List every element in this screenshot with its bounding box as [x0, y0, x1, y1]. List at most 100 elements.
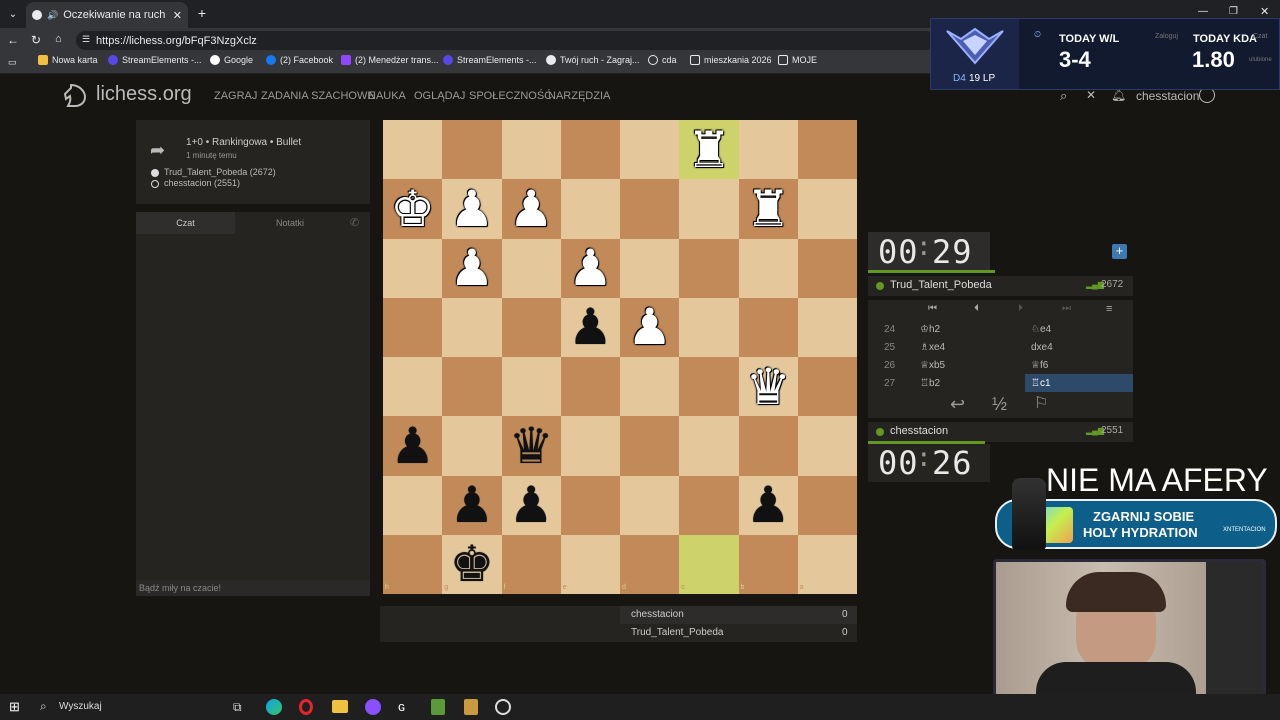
square-h8[interactable]: [383, 534, 443, 594]
last-move-icon[interactable]: ⏭: [1062, 303, 1071, 314]
square-a6[interactable]: [797, 416, 857, 476]
square-g5[interactable]: [442, 357, 502, 417]
white-piece-b5[interactable]: ♛: [739, 357, 798, 416]
menu-icon[interactable]: ≡: [1106, 303, 1112, 315]
tab-chat[interactable]: Czat: [136, 212, 235, 234]
square-a2[interactable]: [797, 179, 857, 239]
square-c2[interactable]: [679, 179, 739, 239]
square-b6[interactable]: [738, 416, 798, 476]
user-menu-name[interactable]: chesstacion: [1136, 89, 1199, 103]
restore-icon[interactable]: ❐: [1229, 6, 1238, 17]
takeback-icon[interactable]: ↩: [950, 394, 965, 415]
white-piece-f2[interactable]: ♟: [502, 179, 561, 238]
back-icon[interactable]: ←: [7, 33, 19, 47]
nav-zadania[interactable]: ZADANIA SZACHOWE: [261, 90, 375, 102]
black-piece-e4[interactable]: ♟: [561, 298, 620, 357]
square-a8[interactable]: [797, 534, 857, 594]
nav-ogladaj[interactable]: OGLĄDAJ: [414, 90, 465, 102]
nav-narzedzia[interactable]: NARZĘDZIA: [548, 90, 610, 102]
draw-offer-icon[interactable]: ½: [992, 394, 1007, 415]
square-e5[interactable]: [560, 357, 620, 417]
lichess-logo-icon[interactable]: [62, 82, 88, 108]
move-white[interactable]: ♖b2: [920, 378, 940, 389]
prev-move-icon[interactable]: ⏴: [974, 303, 979, 314]
bookmark-twoj-ruch[interactable]: Twój ruch - Zagraj...: [546, 55, 640, 65]
url-field[interactable]: ☰ https://lichess.org/bFqF3NzgXclz: [76, 31, 936, 50]
square-f1[interactable]: [501, 120, 561, 180]
black-piece-h6[interactable]: ♟: [383, 416, 442, 475]
black-piece-g8[interactable]: ♚: [442, 535, 501, 594]
bookmark-mieszkania[interactable]: mieszkania 2026: [690, 55, 772, 65]
square-b3[interactable]: [738, 238, 798, 298]
square-c8[interactable]: [679, 534, 739, 594]
square-b4[interactable]: [738, 297, 798, 357]
square-g4[interactable]: [442, 297, 502, 357]
square-d8[interactable]: [620, 534, 680, 594]
square-h3[interactable]: [383, 238, 443, 298]
chess-board[interactable]: ♜ ♚ ♟ ♟ ♜ ♟ ♟ ♟ ♟ ♛ ♟ ♛ ♟ ♟ ♟ ♚ 1 2 3 4 5 6 7 8 h g f e d c b a: [383, 120, 857, 594]
nav-spolecznosc[interactable]: SPOŁECZNOŚĆ: [469, 90, 552, 102]
square-h1[interactable]: [383, 120, 443, 180]
square-f8[interactable]: [501, 534, 561, 594]
square-c3[interactable]: [679, 238, 739, 298]
bookmark-menedzer[interactable]: (2) Menedżer trans...: [341, 55, 439, 65]
white-piece-e3[interactable]: ♟: [561, 239, 620, 298]
reload-icon[interactable]: ↻: [31, 33, 41, 47]
square-c4[interactable]: [679, 297, 739, 357]
move-white[interactable]: ♗xe4: [920, 342, 945, 353]
resign-flag-icon[interactable]: ⚐: [1034, 393, 1048, 413]
white-piece-c1[interactable]: ♜: [679, 120, 738, 179]
phone-icon[interactable]: ✆: [350, 216, 359, 229]
bottom-player-name[interactable]: chesstacion: [890, 425, 948, 437]
square-a7[interactable]: [797, 475, 857, 535]
score-player-name[interactable]: chesstacion: [631, 609, 684, 620]
opera-icon[interactable]: [299, 699, 313, 715]
square-d7[interactable]: [620, 475, 680, 535]
bookmark-cda[interactable]: cda: [648, 55, 677, 65]
move-black[interactable]: dxe4: [1025, 338, 1133, 356]
search-icon[interactable]: ⌕: [1060, 88, 1067, 104]
close-tab-icon[interactable]: ✕: [173, 9, 182, 22]
black-piece-g7[interactable]: ♟: [442, 476, 501, 535]
new-tab-icon[interactable]: +: [195, 5, 209, 21]
square-e6[interactable]: [560, 416, 620, 476]
bell-icon[interactable]: 🔔︎: [1111, 88, 1126, 102]
tab-notes[interactable]: Notatki: [235, 212, 345, 234]
square-d1[interactable]: [620, 120, 680, 180]
move-white[interactable]: ♕xb5: [920, 360, 945, 371]
square-g1[interactable]: [442, 120, 502, 180]
square-b1[interactable]: [738, 120, 798, 180]
tab-list-icon[interactable]: ⌄: [6, 7, 20, 21]
black-player-link[interactable]: chesstacion (2551): [164, 178, 240, 188]
black-piece-f6[interactable]: ♛: [502, 416, 561, 475]
square-e7[interactable]: [560, 475, 620, 535]
square-a1[interactable]: [797, 120, 857, 180]
white-player-link[interactable]: Trud_Talent_Pobeda (2672): [164, 167, 276, 177]
minimize-icon[interactable]: —: [1198, 6, 1208, 17]
square-g6[interactable]: [442, 416, 502, 476]
sidebar-toggle-icon[interactable]: ▭: [8, 57, 17, 68]
app-icon[interactable]: [431, 699, 445, 715]
app-icon[interactable]: ɢ: [398, 699, 405, 714]
site-info-icon[interactable]: ☰: [82, 34, 90, 45]
nav-zagraj[interactable]: ZAGRAJ: [214, 90, 257, 102]
move-black[interactable]: ♖c1: [1025, 374, 1133, 392]
black-piece-f7[interactable]: ♟: [502, 476, 561, 535]
app-icon[interactable]: [365, 699, 381, 715]
square-e1[interactable]: [560, 120, 620, 180]
home-icon[interactable]: ⌂: [55, 33, 62, 45]
edge-icon[interactable]: [266, 699, 282, 715]
square-c5[interactable]: [679, 357, 739, 417]
square-c7[interactable]: [679, 475, 739, 535]
square-d6[interactable]: [620, 416, 680, 476]
white-piece-g2[interactable]: ♟: [442, 179, 501, 238]
square-c6[interactable]: [679, 416, 739, 476]
taskbar-search[interactable]: Wyszukaj: [59, 701, 102, 712]
league-icon[interactable]: [464, 699, 478, 715]
square-a3[interactable]: [797, 238, 857, 298]
white-piece-d4[interactable]: ♟: [620, 298, 679, 357]
square-d2[interactable]: [620, 179, 680, 239]
task-view-icon[interactable]: ⧉: [233, 700, 242, 715]
square-h4[interactable]: [383, 297, 443, 357]
black-piece-b7[interactable]: ♟: [739, 476, 798, 535]
